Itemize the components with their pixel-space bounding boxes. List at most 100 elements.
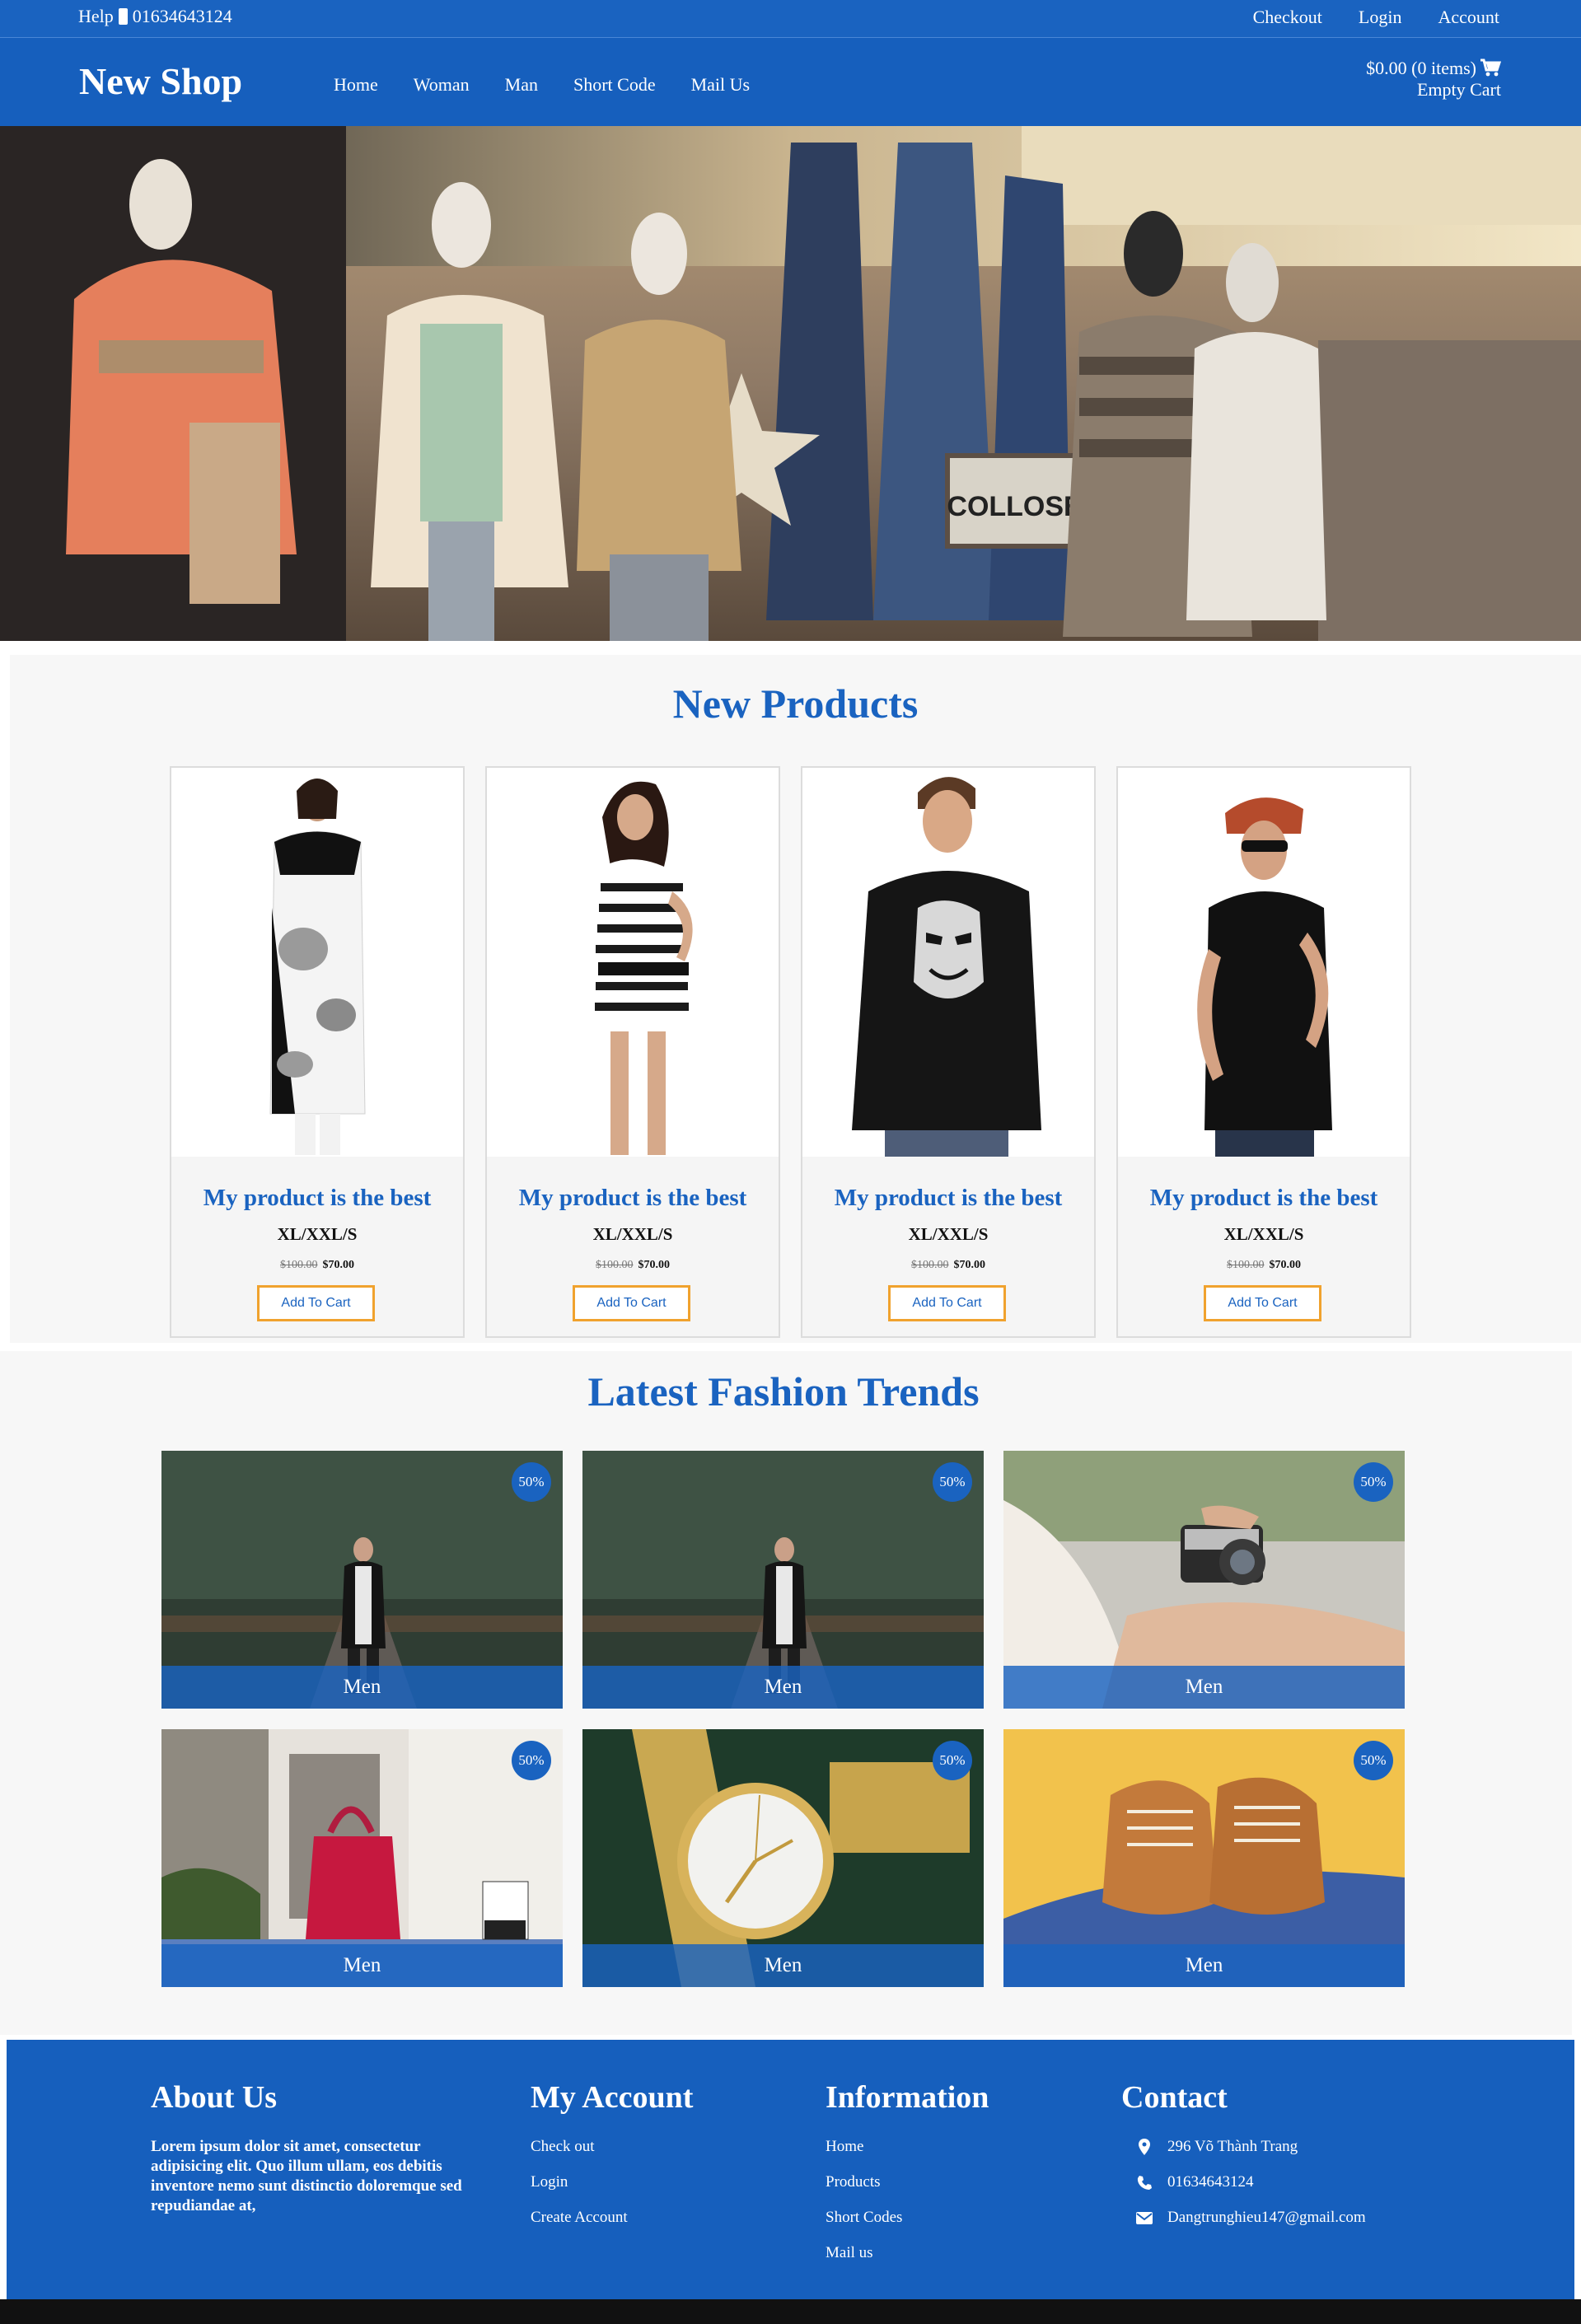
old-price: $100.00: [911, 1259, 949, 1271]
phone-icon: [118, 8, 128, 25]
login-link[interactable]: Login: [1359, 7, 1402, 28]
cart-icon: [1480, 58, 1501, 77]
discount-badge: 50%: [933, 1462, 972, 1502]
add-to-cart-button[interactable]: Add To Cart: [1204, 1285, 1321, 1321]
product-price: $100.00 $70.00: [171, 1259, 463, 1272]
footer-link-create-account[interactable]: Create Account: [531, 2208, 693, 2228]
product-image[interactable]: [487, 768, 779, 1157]
contact-email-text[interactable]: Dangtrunghieu147@gmail.com: [1167, 2208, 1366, 2228]
nav-short-code[interactable]: Short Code: [573, 74, 656, 96]
contact-email: Dangtrunghieu147@gmail.com: [1121, 2208, 1366, 2228]
product-card: My product is the best XL/XXL/S $100.00 $…: [1116, 766, 1411, 1338]
footer-link-checkout[interactable]: Check out: [531, 2137, 693, 2157]
account-links: Checkout Login Account: [1253, 7, 1499, 28]
help-phone: 01634643124: [132, 6, 232, 26]
product-sizes: XL/XXL/S: [277, 1224, 358, 1244]
footer-information-title: Information: [826, 2080, 989, 2115]
bottom-strip: [0, 2299, 1581, 2324]
footer-about: About Us Lorem ipsum dolor sit amet, con…: [151, 2079, 489, 2216]
sale-price: $70.00: [953, 1259, 986, 1271]
trend-caption[interactable]: Men: [582, 1666, 984, 1709]
cart-status: Empty Cart: [1416, 79, 1501, 100]
fashion-trends-title: Latest Fashion Trends: [587, 1368, 980, 1415]
nav-man[interactable]: Man: [505, 74, 538, 96]
top-bar: Help 01634643124 Checkout Login Account: [0, 0, 1581, 37]
product-card: My product is the best XL/XXL/S $100.00 $…: [170, 766, 465, 1338]
discount-badge: 50%: [933, 1741, 972, 1780]
footer-link-home[interactable]: Home: [826, 2137, 989, 2157]
hero-image: COLLOSEUM: [0, 126, 1581, 641]
footer-contact: Contact 296 Võ Thành Trang 01634643124 D…: [1121, 2079, 1366, 2243]
site-logo[interactable]: New Shop: [79, 59, 242, 103]
contact-address: 296 Võ Thành Trang: [1121, 2137, 1366, 2157]
product-info: My product is the best XL/XXL/S $100.00 $…: [171, 1157, 463, 1336]
sale-price: $70.00: [322, 1259, 355, 1271]
footer-about-text: Lorem ipsum dolor sit amet, consectetur …: [151, 2138, 462, 2214]
hero-banner: COLLOSEUM: [0, 126, 1581, 641]
envelope-icon: [1121, 2211, 1167, 2224]
contact-address-text: 296 Võ Thành Trang: [1167, 2138, 1298, 2155]
cart-total: $0.00 (0 items): [1366, 58, 1476, 78]
product-image[interactable]: [171, 768, 463, 1157]
product-price: $100.00 $70.00: [487, 1259, 779, 1272]
product-price: $100.00 $70.00: [1118, 1259, 1410, 1272]
trend-caption[interactable]: Men: [1003, 1666, 1405, 1709]
footer-link-login[interactable]: Login: [531, 2172, 693, 2192]
cart-summary[interactable]: $0.00 (0 items) Empty Cart: [1366, 58, 1501, 101]
site-footer: About Us Lorem ipsum dolor sit amet, con…: [7, 2040, 1574, 2299]
product-sizes: XL/XXL/S: [1223, 1224, 1304, 1244]
old-price: $100.00: [280, 1259, 318, 1271]
trend-tile[interactable]: 50% Men: [1003, 1729, 1405, 1987]
new-products-title: New Products: [672, 680, 919, 727]
add-to-cart-button[interactable]: Add To Cart: [573, 1285, 690, 1321]
trend-tile[interactable]: 50% Men: [582, 1729, 984, 1987]
nav-mail-us[interactable]: Mail Us: [691, 74, 751, 96]
trend-caption[interactable]: Men: [161, 1666, 563, 1709]
discount-badge: 50%: [512, 1462, 551, 1502]
product-title[interactable]: My product is the best: [802, 1185, 1094, 1212]
checkout-link[interactable]: Checkout: [1253, 7, 1322, 28]
discount-badge: 50%: [1354, 1741, 1393, 1780]
map-marker-icon: [1121, 2139, 1167, 2155]
sale-price: $70.00: [1269, 1259, 1302, 1271]
trend-caption[interactable]: Men: [582, 1944, 984, 1987]
product-info: My product is the best XL/XXL/S $100.00 $…: [802, 1157, 1094, 1336]
footer-link-mail-us[interactable]: Mail us: [826, 2243, 989, 2263]
footer-account-title: My Account: [531, 2080, 694, 2115]
product-title[interactable]: My product is the best: [487, 1185, 779, 1212]
new-products-section: New Products My product is the best XL/X…: [10, 655, 1581, 1343]
product-image[interactable]: [1118, 768, 1410, 1157]
discount-badge: 50%: [1354, 1462, 1393, 1502]
contact-phone: 01634643124: [1121, 2172, 1366, 2192]
trend-caption[interactable]: Men: [1003, 1944, 1405, 1987]
product-title[interactable]: My product is the best: [171, 1185, 463, 1212]
old-price: $100.00: [1227, 1259, 1265, 1271]
product-title[interactable]: My product is the best: [1118, 1185, 1410, 1212]
sale-price: $70.00: [638, 1259, 671, 1271]
main-header: New Shop Home Woman Man Short Code Mail …: [0, 37, 1581, 126]
trend-tile[interactable]: 50% Men: [1003, 1451, 1405, 1709]
trend-tile[interactable]: 50% Men: [161, 1729, 563, 1987]
footer-information: Information Home Products Short Codes Ma…: [826, 2079, 989, 2279]
footer-link-short-codes[interactable]: Short Codes: [826, 2208, 989, 2228]
add-to-cart-button[interactable]: Add To Cart: [888, 1285, 1006, 1321]
trend-tile[interactable]: 50% Men: [582, 1451, 984, 1709]
old-price: $100.00: [596, 1259, 634, 1271]
trend-tile[interactable]: 50% Men: [161, 1451, 563, 1709]
product-sizes: XL/XXL/S: [592, 1224, 673, 1244]
product-image[interactable]: [802, 768, 1094, 1157]
nav-home[interactable]: Home: [334, 74, 378, 96]
main-nav: Home Woman Man Short Code Mail Us: [334, 74, 750, 96]
product-price: $100.00 $70.00: [802, 1259, 1094, 1272]
product-info: My product is the best XL/XXL/S $100.00 $…: [487, 1157, 779, 1336]
nav-woman[interactable]: Woman: [414, 74, 470, 96]
product-card: My product is the best XL/XXL/S $100.00 $…: [801, 766, 1096, 1338]
discount-badge: 50%: [512, 1741, 551, 1780]
product-sizes: XL/XXL/S: [908, 1224, 989, 1244]
footer-link-products[interactable]: Products: [826, 2172, 989, 2192]
footer-about-title: About Us: [151, 2080, 278, 2115]
trend-caption[interactable]: Men: [161, 1944, 563, 1987]
footer-account: My Account Check out Login Create Accoun…: [531, 2079, 693, 2243]
add-to-cart-button[interactable]: Add To Cart: [257, 1285, 375, 1321]
account-link[interactable]: Account: [1438, 7, 1499, 28]
